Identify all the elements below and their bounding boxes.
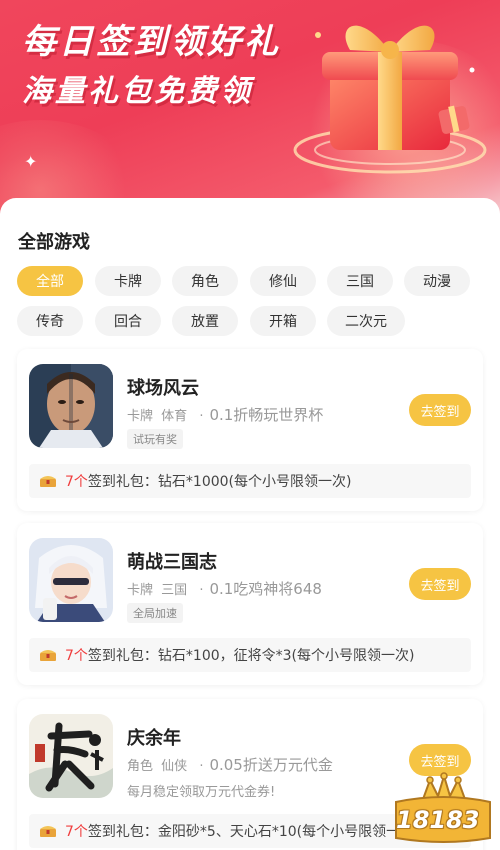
treasure-chest-icon <box>40 476 56 487</box>
category-chip-all[interactable]: 全部 <box>17 266 83 296</box>
game-thumbnail[interactable] <box>29 538 113 622</box>
category-chip-idle[interactable]: 放置 <box>172 306 238 336</box>
game-slogan: 0.05折送万元代金 <box>209 756 333 774</box>
game-title[interactable]: 萌战三国志 <box>127 548 217 574</box>
game-slogan: 0.1吃鸡神将648 <box>209 580 322 598</box>
gift-label: 签到礼包： <box>87 824 158 840</box>
category-chip-role[interactable]: 角色 <box>172 266 238 296</box>
treasure-chest-icon <box>40 650 56 661</box>
game-meta: 角色 仙侠 · 0.05折送万元代金 <box>127 756 333 774</box>
gift-label: 签到礼包： <box>87 648 158 664</box>
check-in-button[interactable]: 去签到 <box>409 568 471 600</box>
gift-pack-row[interactable]: 7个 签到礼包： 钻石*100，征将令*3(每个小号限领一次) <box>29 638 471 672</box>
category-chip-cultivation[interactable]: 修仙 <box>250 266 316 296</box>
gift-box-icon <box>293 25 487 174</box>
gift-detail: 钻石*1000(每个小号限领一次) <box>157 474 352 490</box>
football-player-image <box>29 364 113 448</box>
game-genre: 卡牌 <box>127 409 154 424</box>
gift-detail: 钻石*100，征将令*3(每个小号限领一次) <box>157 648 415 664</box>
game-note: 每月稳定领取万元代金券! <box>127 785 276 800</box>
game-slogan: 0.1折畅玩世界杯 <box>209 406 324 424</box>
gift-detail: 金阳砂*5、天心石*10(每个小号限领一次) <box>157 824 420 840</box>
gift-count: 7个 <box>65 824 88 840</box>
category-chip-acg[interactable]: 二次元 <box>327 306 405 336</box>
game-title[interactable]: 球场风云 <box>127 374 199 400</box>
gift-pack-row[interactable]: 7个 签到礼包： 钻石*1000(每个小号限领一次) <box>29 464 471 498</box>
calligraphy-logo-image <box>29 714 113 798</box>
anime-character-image <box>29 538 113 622</box>
category-chip-anime[interactable]: 动漫 <box>404 266 470 296</box>
treasure-chest-icon <box>40 826 56 837</box>
check-in-button[interactable]: 去签到 <box>409 394 471 426</box>
game-genre: 角色 <box>127 759 154 774</box>
category-chip-three-kingdoms[interactable]: 三国 <box>327 266 393 296</box>
category-chip-unboxing[interactable]: 开箱 <box>250 306 316 336</box>
game-genre: 体育 <box>161 409 188 424</box>
game-meta: 卡牌 三国 · 0.1吃鸡神将648 <box>127 580 322 598</box>
game-genre: 三国 <box>161 583 188 598</box>
category-chip-legend[interactable]: 传奇 <box>17 306 83 336</box>
gift-label: 签到礼包： <box>87 474 158 490</box>
game-card[interactable]: 球场风云 卡牌 体育 · 0.1折畅玩世界杯 试玩有奖 去签到 7个 签到礼包： … <box>17 349 483 511</box>
category-chip-turn-based[interactable]: 回合 <box>95 306 161 336</box>
banner-subline: 海量礼包免费领 <box>22 74 253 109</box>
sparkle-icon: ✦ <box>24 152 38 171</box>
category-chip-card[interactable]: 卡牌 <box>95 266 161 296</box>
gift-count: 7个 <box>65 648 88 664</box>
promo-banner[interactable]: ✦ ✦ 每日签到领好礼 海量礼包免费领 <box>0 0 500 225</box>
section-title: 全部游戏 <box>18 232 90 253</box>
game-thumbnail[interactable] <box>29 714 113 798</box>
game-meta: 卡牌 体育 · 0.1折畅玩世界杯 <box>127 406 324 424</box>
banner-headline: 每日签到领好礼 <box>22 22 281 62</box>
game-title[interactable]: 庆余年 <box>127 724 181 750</box>
gift-count: 7个 <box>65 474 88 490</box>
game-tag: 全局加速 <box>127 603 183 623</box>
game-card[interactable]: 萌战三国志 卡牌 三国 · 0.1吃鸡神将648 全局加速 去签到 7个 签到礼包… <box>17 523 483 685</box>
game-thumbnail[interactable] <box>29 364 113 448</box>
game-genre: 仙侠 <box>161 759 188 774</box>
game-genre: 卡牌 <box>127 583 154 598</box>
game-tag: 试玩有奖 <box>127 429 183 449</box>
site-logo-text: 18183 <box>396 806 480 834</box>
